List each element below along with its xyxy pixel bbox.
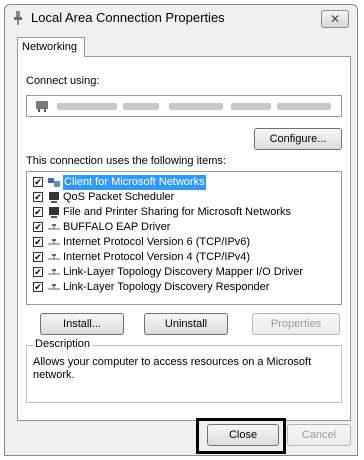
description-group: Description Allows your computer to acce… — [26, 338, 342, 403]
title-bar[interactable]: Local Area Connection Properties ✕ — [5, 5, 357, 31]
item-label: Client for Microsoft Networks — [63, 175, 206, 190]
monitor-icon — [49, 192, 59, 203]
uninstall-button[interactable]: Uninstall — [144, 313, 228, 335]
item-label: Link-Layer Topology Discovery Mapper I/O… — [63, 266, 304, 278]
item-label: BUFFALO EAP Driver — [63, 221, 171, 233]
item-checkbox[interactable]: ✔ — [33, 192, 43, 202]
item-label: File and Printer Sharing for Microsoft N… — [63, 206, 292, 218]
list-item[interactable]: ✔ Link-Layer Topology Discovery Mapper I… — [27, 265, 341, 280]
properties-button[interactable]: Properties — [252, 313, 340, 335]
description-legend: Description — [33, 338, 93, 350]
networking-panel: Connect using: Configure... This connect… — [17, 56, 351, 421]
list-item[interactable]: ✔ Client for Microsoft Networks — [27, 175, 341, 190]
list-item[interactable]: ✔ QoS Packet Scheduler — [27, 190, 341, 205]
window-close-button[interactable]: ✕ — [321, 10, 349, 28]
item-checkbox[interactable]: ✔ — [33, 282, 43, 292]
client-network-icon — [48, 178, 60, 187]
install-button[interactable]: Install... — [40, 313, 124, 335]
item-checkbox[interactable]: ✔ — [33, 177, 43, 187]
cancel-button[interactable]: Cancel — [287, 424, 351, 446]
adapter-name-obscured — [123, 103, 159, 110]
item-label: Link-Layer Topology Discovery Responder — [63, 281, 270, 293]
close-button-highlight — [196, 418, 286, 454]
item-checkbox[interactable]: ✔ — [33, 267, 43, 277]
item-label: Internet Protocol Version 4 (TCP/IPv4) — [63, 251, 251, 263]
adapter-field — [26, 95, 342, 117]
adapter-name-obscured — [277, 103, 331, 110]
network-connection-icon — [14, 11, 22, 25]
protocol-icon — [48, 254, 60, 260]
window-title: Local Area Connection Properties — [31, 10, 225, 25]
monitor-icon — [49, 207, 59, 218]
configure-button[interactable]: Configure... — [254, 128, 342, 150]
list-item[interactable]: ✔ Link-Layer Topology Discovery Responde… — [27, 280, 341, 295]
item-checkbox[interactable]: ✔ — [33, 207, 43, 217]
properties-dialog: Local Area Connection Properties ✕ Netwo… — [4, 4, 358, 456]
protocol-icon — [48, 239, 60, 245]
protocol-icon — [48, 284, 60, 290]
items-label: This connection uses the following items… — [26, 155, 226, 167]
network-adapter-icon — [36, 101, 48, 112]
list-item[interactable]: ✔ Internet Protocol Version 6 (TCP/IPv6) — [27, 235, 341, 250]
adapter-name-obscured — [231, 103, 271, 110]
items-list[interactable]: ✔ Client for Microsoft Networks ✔ QoS Pa… — [26, 171, 342, 305]
connect-using-label: Connect using: — [26, 75, 100, 87]
list-item[interactable]: ✔ File and Printer Sharing for Microsoft… — [27, 205, 341, 220]
adapter-name-obscured — [57, 103, 117, 110]
protocol-icon — [48, 269, 60, 275]
list-item[interactable]: ✔ BUFFALO EAP Driver — [27, 220, 341, 235]
adapter-name-obscured — [169, 103, 223, 110]
item-checkbox[interactable]: ✔ — [33, 222, 43, 232]
list-item[interactable]: ✔ Internet Protocol Version 4 (TCP/IPv4) — [27, 250, 341, 265]
item-checkbox[interactable]: ✔ — [33, 252, 43, 262]
tab-networking[interactable]: Networking — [17, 37, 85, 57]
description-text: Allows your computer to access resources… — [33, 356, 312, 381]
item-checkbox[interactable]: ✔ — [33, 237, 43, 247]
protocol-icon — [48, 224, 60, 230]
item-label: QoS Packet Scheduler — [63, 191, 175, 203]
item-label: Internet Protocol Version 6 (TCP/IPv6) — [63, 236, 251, 248]
